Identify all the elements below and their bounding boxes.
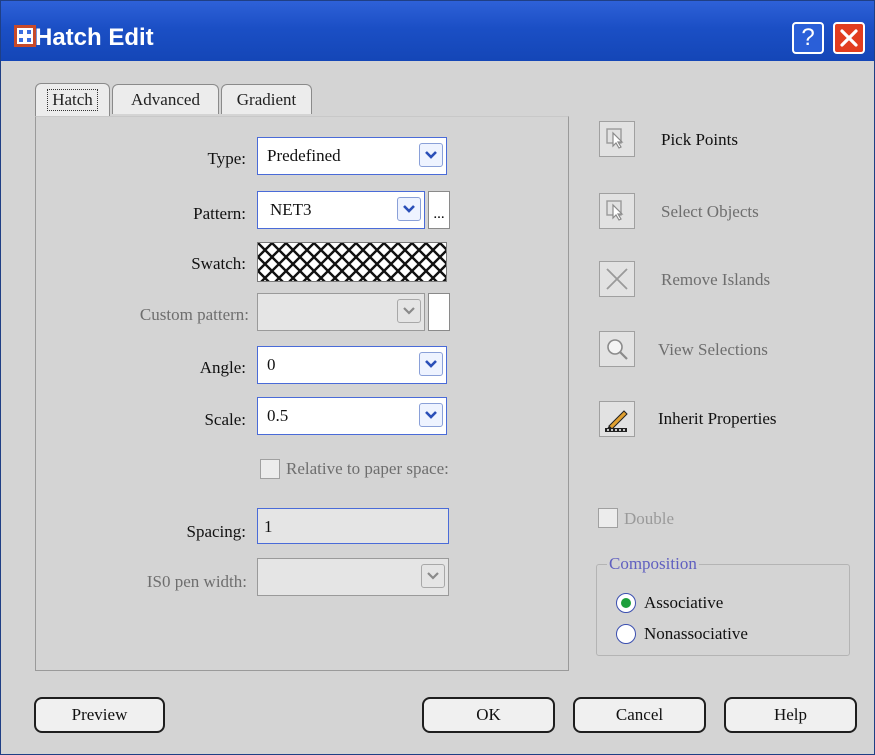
chevron-down-icon <box>427 572 439 580</box>
hatch-swatch-preview[interactable] <box>257 242 447 282</box>
remove-islands-button[interactable] <box>599 261 635 297</box>
brush-icon <box>605 410 628 432</box>
iso-pen-width-select[interactable] <box>257 558 449 596</box>
tab-gradient[interactable]: Gradient <box>221 84 312 114</box>
ok-button-label: OK <box>476 705 501 724</box>
ok-button[interactable]: OK <box>422 697 555 733</box>
angle-dropdown-button[interactable] <box>419 352 443 376</box>
chevron-down-icon <box>403 205 415 213</box>
ellipsis-icon: ... <box>433 206 445 222</box>
angle-label: Angle: <box>199 358 246 377</box>
inherit-properties-button[interactable] <box>599 401 635 437</box>
iso-pen-width-dropdown-button[interactable] <box>421 564 445 588</box>
pattern-value: NET3 <box>270 200 312 219</box>
associative-label: Associative <box>644 593 724 612</box>
inherit-properties-label: Inherit Properties <box>658 409 777 428</box>
remove-islands-label: Remove Islands <box>661 270 771 289</box>
cancel-button[interactable]: Cancel <box>573 697 706 733</box>
custom-pattern-dropdown-button[interactable] <box>397 299 421 323</box>
chevron-down-icon <box>425 411 437 419</box>
type-label: Type: <box>207 149 246 168</box>
spacing-input[interactable]: 1 <box>257 508 449 544</box>
close-icon <box>840 29 858 47</box>
select-objects-button[interactable] <box>599 193 635 229</box>
pick-points-label: Pick Points <box>661 130 738 149</box>
question-icon: ? <box>801 24 815 51</box>
nonassociative-radio[interactable] <box>616 624 636 644</box>
title-bar[interactable]: Hatch Edit ? <box>1 1 874 61</box>
composition-title: Composition <box>607 554 699 574</box>
spacing-value: 1 <box>264 517 273 536</box>
pattern-dropdown-button[interactable] <box>397 197 421 221</box>
chevron-down-icon <box>403 307 415 315</box>
type-select[interactable]: Predefined <box>257 137 447 175</box>
pattern-label-text: Pattern: <box>193 204 246 223</box>
custom-pattern-select[interactable] <box>257 293 425 331</box>
tab-hatch-label: Hatch <box>47 89 98 111</box>
dialog-body: Hatch Advanced Gradient Type: Predefined… <box>1 61 874 754</box>
scale-select[interactable]: 0.5 <box>257 397 447 435</box>
scale-dropdown-button[interactable] <box>419 403 443 427</box>
angle-select[interactable]: 0 <box>257 346 447 384</box>
custom-pattern-label: Custom pattern: <box>139 305 249 324</box>
cancel-button-label: Cancel <box>615 705 664 724</box>
iso-pen-width-label: IS0 pen width: <box>146 572 247 591</box>
tab-advanced[interactable]: Advanced <box>112 84 219 114</box>
pattern-browse-button[interactable]: ... <box>428 191 450 229</box>
angle-value: 0 <box>267 355 276 374</box>
swatch-label: Swatch: <box>191 254 246 273</box>
chevron-down-icon <box>425 151 437 159</box>
select-objects-label: Select Objects <box>661 202 759 221</box>
pattern-select[interactable]: NET3 <box>257 191 425 229</box>
spacing-label: Spacing: <box>186 522 247 541</box>
pick-points-button[interactable] <box>599 121 635 157</box>
close-button[interactable] <box>833 22 865 54</box>
type-value: Predefined <box>267 146 341 165</box>
hatch-edit-dialog: Hatch Edit ? Hatch Advanced Gradient Typ… <box>0 0 875 755</box>
chevron-down-icon <box>425 360 437 368</box>
help-title-button[interactable]: ? <box>792 22 824 54</box>
custom-pattern-browse-button[interactable] <box>428 293 450 331</box>
magnifier-icon <box>607 339 628 360</box>
scale-value: 0.5 <box>267 406 289 425</box>
hatch-app-icon <box>14 25 36 47</box>
help-button-label: Help <box>773 705 808 724</box>
type-dropdown-button[interactable] <box>419 143 443 167</box>
pick-points-icon <box>606 128 624 149</box>
remove-icon <box>606 268 628 290</box>
preview-button-label: Preview <box>71 705 128 724</box>
associative-radio[interactable] <box>616 593 636 613</box>
help-button[interactable]: Help <box>724 697 857 733</box>
radio-selected-dot <box>621 598 631 608</box>
pattern-label: Pattern: <box>101 204 246 224</box>
net3-pattern-swatch <box>258 243 446 281</box>
tab-gradient-label: Gradient <box>236 89 297 109</box>
double-checkbox[interactable] <box>598 508 618 528</box>
view-selections-label: View Selections <box>658 340 768 359</box>
double-label: Double <box>624 509 675 528</box>
tab-hatch[interactable]: Hatch <box>35 83 110 116</box>
relative-paper-space-checkbox[interactable] <box>260 459 280 479</box>
view-selections-button[interactable] <box>599 331 635 367</box>
nonassociative-label: Nonassociative <box>644 624 748 643</box>
scale-label: Scale: <box>204 410 246 429</box>
window-title: Hatch Edit <box>35 24 154 51</box>
select-objects-icon <box>606 200 624 221</box>
relative-paper-space-label: Relative to paper space: <box>286 459 449 478</box>
preview-button[interactable]: Preview <box>34 697 165 733</box>
tab-advanced-label: Advanced <box>131 89 200 109</box>
